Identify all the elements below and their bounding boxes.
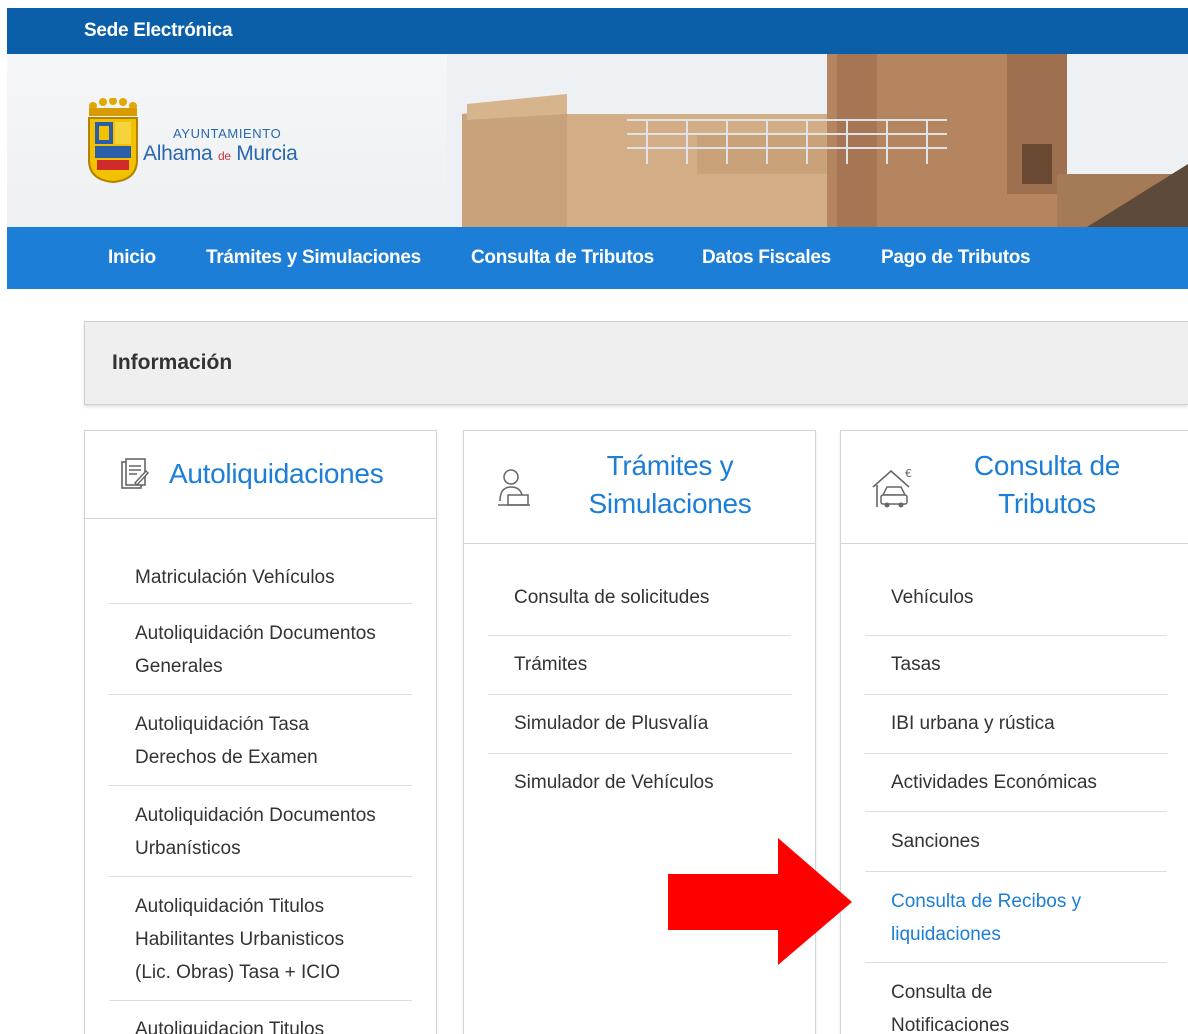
document-edit-icon <box>121 458 149 489</box>
list-item[interactable]: Simulador de Vehículos <box>488 754 791 813</box>
nav-pago-tributos[interactable]: Pago de Tributos <box>881 247 1031 269</box>
logo-line2: Alhama de Murcia <box>143 142 298 166</box>
card-title-line1: Trámites y <box>606 450 734 481</box>
logo-word-de: de <box>217 149 231 163</box>
card-title-line2: Tributos <box>998 488 1096 519</box>
list-item-recibos-liquidaciones[interactable]: Consulta de Recibos y liquidaciones <box>865 872 1167 963</box>
list-item[interactable]: Consulta de solicitudes <box>488 577 791 636</box>
card-autoliquidaciones: Autoliquidaciones Matriculación Vehículo… <box>84 430 437 1034</box>
logo-word-murcia: Murcia <box>230 142 298 165</box>
card-list: Vehículos Tasas IBI urbana y rústica Act… <box>865 577 1167 1034</box>
card-header: € Consulta de Tributos <box>841 431 1188 544</box>
ayuntamiento-logo[interactable]: AYUNTAMIENTO Alhama de Murcia <box>85 98 345 190</box>
list-item[interactable]: Trámites <box>488 636 791 695</box>
site-title: Sede Electrónica <box>84 20 233 41</box>
card-header: Trámites y Simulaciones <box>464 431 815 544</box>
main-nav: Inicio Trámites y Simulaciones Consulta … <box>7 227 1188 289</box>
list-item[interactable]: IBI urbana y rústica <box>865 695 1167 754</box>
house-car-euro-icon: € <box>872 467 912 508</box>
nav-tramites-simulaciones[interactable]: Trámites y Simulaciones <box>206 247 421 269</box>
card-list: Matriculación Vehículos Autoliquidación … <box>109 555 412 1034</box>
list-item[interactable]: Matriculación Vehículos <box>109 555 412 604</box>
castle-photo <box>447 54 1188 227</box>
list-item[interactable]: Autoliquidacion Titulos <box>109 1001 412 1034</box>
card-title-line1: Consulta de <box>973 450 1121 481</box>
card-title: Autoliquidaciones <box>169 458 384 489</box>
card-consulta-tributos: € Consulta de Tributos Vehículos Tasas I… <box>840 430 1188 1034</box>
red-arrow-annotation <box>668 838 852 965</box>
crest-icon <box>88 98 138 184</box>
nav-datos-fiscales[interactable]: Datos Fiscales <box>702 247 831 269</box>
person-desk-icon <box>498 469 530 506</box>
list-item[interactable]: Consulta de Notificaciones <box>865 963 1167 1034</box>
info-title: Información <box>112 351 233 374</box>
info-panel: Información <box>84 321 1188 405</box>
header-banner: AYUNTAMIENTO Alhama de Murcia <box>7 54 1188 227</box>
top-bar: Sede Electrónica <box>7 8 1188 54</box>
list-item[interactable]: Autoliquidación Tasa Derechos de Examen <box>109 695 412 786</box>
list-item[interactable]: Simulador de Plusvalía <box>488 695 791 754</box>
logo-line1: AYUNTAMIENTO <box>173 126 282 141</box>
list-item[interactable]: Autoliquidación Documentos Generales <box>109 604 412 695</box>
list-item[interactable]: Vehículos <box>865 577 1167 636</box>
list-item[interactable]: Sanciones <box>865 812 1167 872</box>
logo-word-alhama: Alhama <box>143 142 218 165</box>
nav-consulta-tributos[interactable]: Consulta de Tributos <box>471 247 654 269</box>
list-item[interactable]: Actividades Económicas <box>865 754 1167 812</box>
list-item[interactable]: Autoliquidación Titulos Habilitantes Urb… <box>109 877 412 1001</box>
svg-text:€: € <box>905 467 912 480</box>
card-title-line2: Simulaciones <box>588 488 752 519</box>
nav-inicio[interactable]: Inicio <box>108 247 156 269</box>
card-header: Autoliquidaciones <box>85 431 436 519</box>
card-list: Consulta de solicitudes Trámites Simulad… <box>488 577 791 813</box>
list-item[interactable]: Autoliquidación Documentos Urbanísticos <box>109 786 412 877</box>
list-item[interactable]: Tasas <box>865 636 1167 695</box>
